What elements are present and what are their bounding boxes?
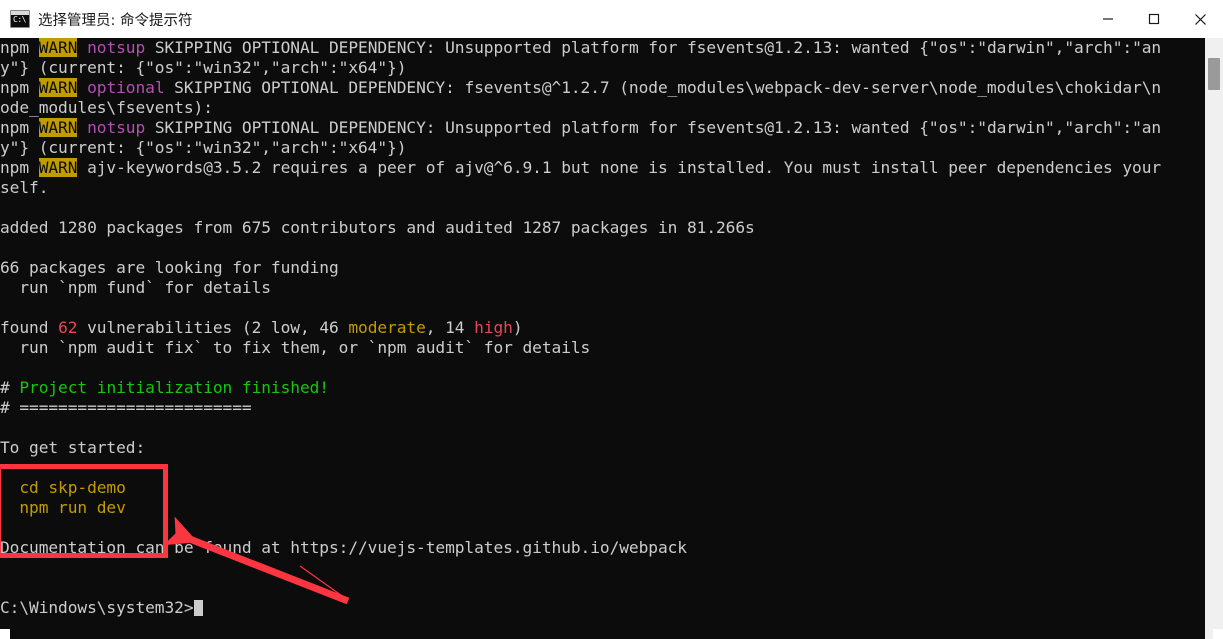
console-line: 66 packages are looking for funding <box>0 258 1205 278</box>
console-line: C:\Windows\system32> <box>0 598 1205 618</box>
console-line: found 62 vulnerabilities (2 low, 46 mode… <box>0 318 1205 338</box>
console-line: added 1280 packages from 675 contributor… <box>0 218 1205 238</box>
console-line: npm WARN notsup SKIPPING OPTIONAL DEPEND… <box>0 118 1205 138</box>
console-text: y"} (current: {"os":"win32","arch":"x64"… <box>0 138 407 157</box>
close-icon <box>1194 13 1206 25</box>
scrollbar-thumb[interactable] <box>1208 58 1220 90</box>
console-text: 66 packages are looking for funding <box>0 258 339 277</box>
console-text: ajv-keywords@3.5.2 requires a peer of aj… <box>77 158 1162 177</box>
console-text: vulnerabilities (2 low, 46 <box>77 318 349 337</box>
warn-badge: WARN <box>38 158 78 177</box>
console-line: npm WARN ajv-keywords@3.5.2 requires a p… <box>0 158 1205 178</box>
console-text: moderate <box>348 318 426 337</box>
console-line: # Project initialization finished! <box>0 378 1205 398</box>
console-text: npm run dev <box>0 498 126 517</box>
warn-badge: WARN <box>38 78 78 97</box>
console-text: run `npm audit fix` to fix them, or `npm… <box>0 338 591 357</box>
console-line: Documentation can be found at https://vu… <box>0 538 1205 558</box>
console-line: y"} (current: {"os":"win32","arch":"x64"… <box>0 138 1205 158</box>
minimize-icon <box>1103 18 1113 20</box>
console-text: run `npm fund` for details <box>0 278 271 297</box>
console-line: cd skp-demo <box>0 478 1205 498</box>
console-text: # <box>0 378 20 397</box>
console-line: ode_modules\fsevents): <box>0 98 1205 118</box>
cmd-icon: C:\ <box>10 10 30 28</box>
cmd-icon-glyph: C:\ <box>13 15 26 24</box>
window-title: 选择管理员: 命令提示符 <box>38 12 193 29</box>
console-text: C:\Windows\system32> <box>0 598 194 617</box>
console-text: , 14 <box>425 318 475 337</box>
minimize-button[interactable] <box>1085 0 1131 38</box>
close-button[interactable] <box>1177 0 1223 38</box>
console-output-area[interactable]: npm WARN notsup SKIPPING OPTIONAL DEPEND… <box>0 38 1205 639</box>
maximize-icon <box>1148 13 1160 25</box>
console-scrollbar[interactable] <box>1205 38 1223 639</box>
console-text: SKIPPING OPTIONAL DEPENDENCY: Unsupporte… <box>145 118 1162 137</box>
console-text: high <box>474 318 513 337</box>
console-text: Project initialization finished! <box>19 378 329 397</box>
console-text: 62 <box>58 318 78 337</box>
text-cursor <box>193 600 204 616</box>
console-line: self. <box>0 178 1205 198</box>
title-bar-left: C:\ 选择管理员: 命令提示符 <box>0 9 1085 30</box>
console-text: notsup <box>87 118 146 137</box>
console-text: self. <box>0 178 49 197</box>
console-line: run `npm audit fix` to fix them, or `npm… <box>0 338 1205 358</box>
console-text: To get started: <box>0 438 146 457</box>
console-lines: npm WARN notsup SKIPPING OPTIONAL DEPEND… <box>0 38 1205 618</box>
console-text: npm <box>0 38 39 57</box>
console-text: notsup <box>87 38 146 57</box>
console-line: npm run dev <box>0 498 1205 518</box>
console-text: Documentation can be found at https://vu… <box>0 538 687 557</box>
console-text: y"} (current: {"os":"win32","arch":"x64"… <box>0 58 407 77</box>
console-text: SKIPPING OPTIONAL DEPENDENCY: fsevents@^… <box>164 78 1162 97</box>
console-text: npm <box>0 78 39 97</box>
console-line: # ======================== <box>0 398 1205 418</box>
console-text: ode_modules\fsevents): <box>0 98 213 117</box>
console-text: added 1280 packages from 675 contributor… <box>0 218 755 237</box>
window-corner-left <box>0 629 10 639</box>
window-controls <box>1085 0 1223 38</box>
console-line: npm WARN notsup SKIPPING OPTIONAL DEPEND… <box>0 38 1205 58</box>
console-line: To get started: <box>0 438 1205 458</box>
console-text: SKIPPING OPTIONAL DEPENDENCY: Unsupporte… <box>145 38 1162 57</box>
title-bar[interactable]: C:\ 选择管理员: 命令提示符 <box>0 0 1223 38</box>
console-text: found <box>0 318 59 337</box>
cmd-window: C:\ 选择管理员: 命令提示符 npm WARN notsup SKIPPIN… <box>0 0 1223 639</box>
console-line: run `npm fund` for details <box>0 278 1205 298</box>
console-text: ) <box>512 318 523 337</box>
warn-badge: WARN <box>38 38 78 57</box>
console-text: optional <box>87 78 165 97</box>
console-text: npm <box>0 158 39 177</box>
console-line: npm WARN optional SKIPPING OPTIONAL DEPE… <box>0 78 1205 98</box>
warn-badge: WARN <box>38 118 78 137</box>
console-line: y"} (current: {"os":"win32","arch":"x64"… <box>0 58 1205 78</box>
console-text: npm <box>0 118 39 137</box>
console-text: cd skp-demo <box>0 478 126 497</box>
window-corner-right <box>1213 629 1223 639</box>
console-text: # ======================== <box>0 398 252 417</box>
maximize-button[interactable] <box>1131 0 1177 38</box>
